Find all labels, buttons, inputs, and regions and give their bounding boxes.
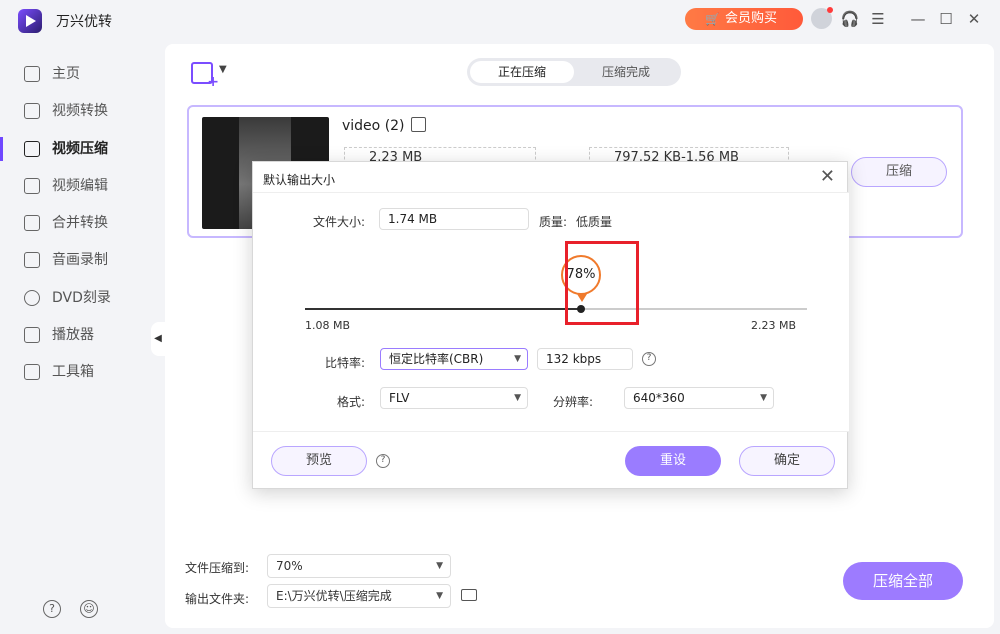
cart-icon: 🛒 bbox=[705, 12, 720, 26]
toolbox-icon bbox=[24, 364, 40, 380]
bitrate-mode-select[interactable]: 恒定比特率(CBR) ▼ bbox=[380, 348, 528, 370]
bitrate-value: 132 kbps bbox=[546, 352, 602, 366]
ok-button[interactable]: 确定 bbox=[739, 446, 835, 476]
sidebar-item-label: 视频编辑 bbox=[52, 178, 108, 194]
close-icon[interactable]: ✕ bbox=[820, 166, 835, 187]
maximize-icon[interactable]: ☐ bbox=[936, 9, 956, 29]
sidebar-item-toolbox[interactable]: 工具箱 bbox=[0, 354, 164, 390]
sidebar: 主页 视频转换 视频压缩 视频编辑 合并转换 音画录制 DVD刻录 播放器 工具… bbox=[0, 40, 164, 634]
home-icon bbox=[24, 66, 40, 82]
sidebar-item-label: 主页 bbox=[52, 66, 80, 82]
sidebar-item-home[interactable]: 主页 bbox=[0, 56, 164, 92]
slider-max-label: 2.23 MB bbox=[751, 319, 797, 332]
slider-fill bbox=[305, 308, 581, 310]
file-size-input[interactable]: 1.74 MB bbox=[379, 208, 529, 230]
bitrate-mode-value: 恒定比特率(CBR) bbox=[389, 352, 484, 366]
chevron-down-icon: ▼ bbox=[514, 354, 521, 364]
sidebar-item-dvd[interactable]: DVD刻录 bbox=[0, 280, 164, 316]
chevron-down-icon[interactable]: ▼ bbox=[219, 64, 227, 75]
sidebar-item-label: 视频转换 bbox=[52, 103, 108, 119]
add-file-icon[interactable] bbox=[191, 62, 219, 90]
compress-to-value: 70% bbox=[276, 559, 303, 573]
format-label: 格式: bbox=[337, 395, 366, 409]
edit-icon[interactable] bbox=[411, 117, 426, 132]
sidebar-item-record[interactable]: 音画录制 bbox=[0, 242, 164, 278]
title-bar: 万兴优转 🛒 会员购买 🎧 ☰ — ☐ ✕ bbox=[0, 0, 1000, 40]
output-folder-value: E:\万兴优转\压缩完成 bbox=[276, 589, 392, 603]
output-size-dialog: 默认输出大小 ✕ 文件大小: 1.74 MB 质量: 低质量 78% 1.08 … bbox=[252, 161, 849, 489]
file-size-label: 文件大小: bbox=[313, 215, 366, 229]
compress-all-button[interactable]: 压缩全部 bbox=[843, 562, 963, 600]
size-slider[interactable] bbox=[305, 305, 807, 313]
quality-label: 质量: bbox=[539, 215, 568, 229]
file-size-value: 1.74 MB bbox=[388, 212, 438, 226]
sidebar-item-merge[interactable]: 合并转换 bbox=[0, 205, 164, 241]
highlight-box bbox=[565, 241, 639, 325]
help-icon[interactable]: ? bbox=[642, 352, 656, 366]
resolution-select[interactable]: 640*360 ▼ bbox=[624, 387, 774, 409]
app-title: 万兴优转 bbox=[56, 14, 112, 30]
file-name: video (2) bbox=[342, 118, 405, 134]
output-folder-label: 输出文件夹: bbox=[185, 592, 250, 606]
vip-purchase-label: 会员购买 bbox=[725, 11, 778, 26]
avatar[interactable] bbox=[811, 7, 833, 29]
sidebar-item-label: DVD刻录 bbox=[52, 290, 111, 306]
compress-to-select[interactable]: 70% ▼ bbox=[267, 554, 451, 578]
menu-icon[interactable]: ☰ bbox=[868, 9, 888, 29]
dialog-body: 文件大小: 1.74 MB 质量: 低质量 78% 1.08 MB 2.23 M… bbox=[253, 192, 849, 432]
headset-support-icon[interactable]: 🎧 bbox=[840, 9, 860, 29]
collapse-sidebar-icon[interactable]: ◀ bbox=[151, 322, 165, 356]
chevron-down-icon: ▼ bbox=[760, 393, 767, 403]
chevron-down-icon: ▼ bbox=[436, 561, 443, 571]
quality-value: 低质量 bbox=[576, 215, 613, 229]
vip-purchase-button[interactable]: 🛒 会员购买 bbox=[685, 8, 803, 30]
format-select[interactable]: FLV ▼ bbox=[380, 387, 528, 409]
player-icon bbox=[24, 327, 40, 343]
sidebar-item-label: 视频压缩 bbox=[52, 141, 108, 157]
video-convert-icon bbox=[24, 103, 40, 119]
record-icon bbox=[24, 252, 40, 268]
disc-icon bbox=[24, 290, 40, 306]
app-logo-icon bbox=[18, 9, 42, 33]
bitrate-label: 比特率: bbox=[325, 356, 366, 370]
reset-button[interactable]: 重设 bbox=[625, 446, 721, 476]
sidebar-item-video-compress[interactable]: 视频压缩 bbox=[0, 131, 164, 167]
resolution-label: 分辨率: bbox=[553, 395, 594, 409]
chevron-down-icon: ▼ bbox=[436, 591, 443, 601]
close-icon[interactable]: ✕ bbox=[964, 9, 984, 29]
sidebar-item-label: 合并转换 bbox=[52, 215, 108, 231]
sidebar-item-label: 工具箱 bbox=[52, 364, 94, 380]
status-tabs: 正在压缩 压缩完成 bbox=[467, 58, 681, 86]
folder-icon[interactable] bbox=[461, 589, 477, 601]
output-folder-select[interactable]: E:\万兴优转\压缩完成 ▼ bbox=[267, 584, 451, 608]
sidebar-item-label: 播放器 bbox=[52, 327, 94, 343]
tab-compressing[interactable]: 正在压缩 bbox=[470, 61, 574, 83]
feedback-icon[interactable]: ☺ bbox=[80, 600, 98, 618]
compress-button[interactable]: 压缩 bbox=[851, 157, 947, 187]
sidebar-item-player[interactable]: 播放器 bbox=[0, 317, 164, 353]
resolution-value: 640*360 bbox=[633, 391, 685, 405]
tab-compressed[interactable]: 压缩完成 bbox=[574, 61, 678, 83]
help-icon[interactable]: ? bbox=[43, 600, 61, 618]
compress-to-label: 文件压缩到: bbox=[185, 561, 250, 575]
dialog-title: 默认输出大小 bbox=[263, 173, 336, 187]
sidebar-item-video-convert[interactable]: 视频转换 bbox=[0, 93, 164, 129]
minimize-icon[interactable]: — bbox=[908, 9, 928, 29]
sidebar-item-video-edit[interactable]: 视频编辑 bbox=[0, 168, 164, 204]
merge-icon bbox=[24, 215, 40, 231]
chevron-down-icon: ▼ bbox=[514, 393, 521, 403]
bitrate-value-input[interactable]: 132 kbps bbox=[537, 348, 633, 370]
scissors-icon bbox=[24, 178, 40, 194]
video-compress-icon bbox=[24, 141, 40, 157]
help-icon[interactable]: ? bbox=[376, 454, 390, 468]
sidebar-item-label: 音画录制 bbox=[52, 252, 108, 268]
format-value: FLV bbox=[389, 391, 410, 405]
slider-min-label: 1.08 MB bbox=[305, 319, 351, 332]
preview-button[interactable]: 预览 bbox=[271, 446, 367, 476]
